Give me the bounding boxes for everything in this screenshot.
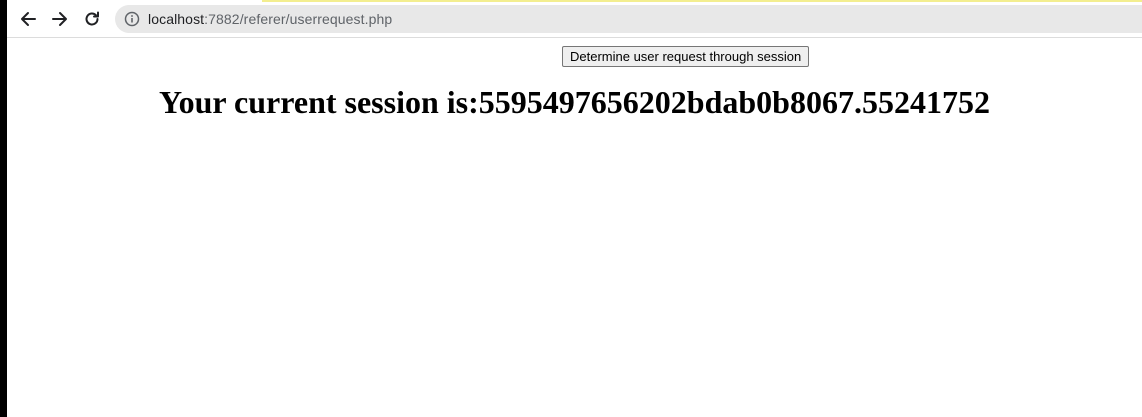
reload-icon (85, 11, 99, 26)
address-bar[interactable]: localhost:7882/referer/userrequest.php (115, 5, 1142, 33)
browser-toolbar: localhost:7882/referer/userrequest.php (7, 2, 1142, 38)
url-path: :7882/referer/userrequest.php (204, 11, 393, 27)
window-left-edge (0, 0, 7, 417)
page-content: Determine user request through session Y… (7, 38, 1142, 417)
session-id: 5595497656202bdab0b8067.55241752 (478, 84, 990, 120)
info-icon[interactable] (124, 11, 140, 27)
forward-button[interactable] (47, 6, 73, 32)
session-heading: Your current session is:5595497656202bda… (7, 84, 1142, 121)
url-text[interactable]: localhost:7882/referer/userrequest.php (148, 11, 392, 27)
back-button[interactable] (15, 6, 41, 32)
back-arrow-icon (21, 12, 36, 26)
forward-arrow-icon (52, 12, 67, 26)
determine-request-button[interactable]: Determine user request through session (562, 46, 810, 67)
url-host: localhost (148, 11, 205, 27)
session-prefix: Your current session is: (159, 84, 479, 120)
reload-button[interactable] (79, 6, 105, 32)
